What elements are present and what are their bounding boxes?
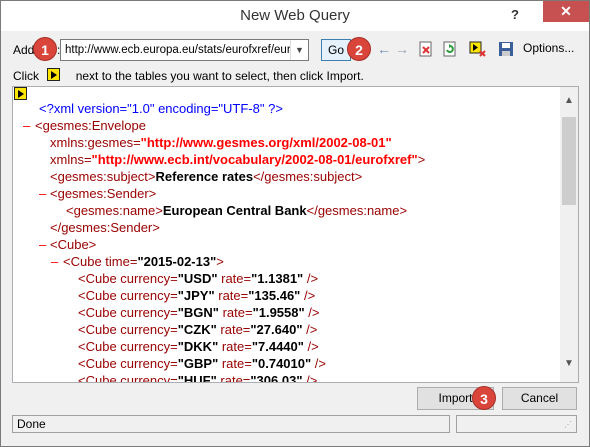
status-bar-right: ⋰	[456, 415, 577, 433]
select-table-arrow-icon[interactable]	[14, 87, 27, 100]
xml-rate-row: <Cube currency="JPY" rate="135.46" />	[78, 288, 316, 303]
collapse-envelope[interactable]: –	[23, 117, 30, 134]
status-bar: Done	[12, 415, 450, 433]
xml-xmlns: xmlns="http://www.ecb.int/vocabulary/200…	[50, 152, 426, 167]
save-query-icon[interactable]	[495, 38, 517, 60]
options-label: Options...	[523, 41, 575, 55]
instruction-before: Click	[13, 69, 39, 83]
step-badge-3: 3	[472, 386, 496, 410]
options-button[interactable]: Options...	[523, 41, 574, 55]
web-preview-pane[interactable]: <?xml version="1.0" encoding="UTF-8" ?> …	[12, 86, 579, 383]
address-field[interactable]: ▼	[60, 39, 309, 61]
hide-icons-icon[interactable]	[467, 38, 489, 60]
title-bar: New Web Query ? ✕	[1, 1, 589, 31]
xml-sender-close: </gesmes:Sender>	[50, 220, 160, 235]
instruction-text: Click next to the tables you want to sel…	[13, 69, 364, 83]
xml-rate-row: <Cube currency="GBP" rate="0.74010" />	[78, 356, 326, 371]
xml-cube-open: <Cube>	[50, 237, 97, 252]
refresh-icon[interactable]	[439, 38, 461, 60]
new-web-query-dialog: New Web Query ? ✕ Address: ▼ 1 Go 2 ← →	[0, 0, 590, 447]
xml-subject: <gesmes:subject>Reference rates</gesmes:…	[50, 169, 363, 184]
xml-rate-row: <Cube currency="BGN" rate="1.9558" />	[78, 305, 320, 320]
scroll-down-icon[interactable]: ▼	[560, 358, 578, 372]
status-text: Done	[17, 417, 46, 431]
xml-cube-time: <Cube time="2015-02-13">	[63, 254, 224, 269]
xml-rate-row: <Cube currency="DKK" rate="7.4440" />	[78, 339, 319, 354]
help-button[interactable]: ?	[505, 5, 525, 25]
table-arrow-icon	[47, 68, 60, 81]
forward-arrow-icon[interactable]: →	[391, 38, 413, 60]
vertical-scrollbar[interactable]: ▲ ▼	[560, 87, 578, 382]
xml-rate-row: <Cube currency="CZK" rate="27.640" />	[78, 322, 318, 337]
scroll-thumb[interactable]	[562, 117, 576, 205]
xml-declaration: <?xml version="1.0" encoding="UTF-8" ?>	[39, 101, 283, 116]
address-input[interactable]	[65, 42, 290, 58]
xml-envelope-open: <gesmes:Envelope	[35, 118, 146, 133]
close-button[interactable]: ✕	[543, 1, 589, 22]
xml-xmlns-gesmes: xmlns:gesmes="http://www.gesmes.org/xml/…	[50, 135, 392, 150]
xml-sender-open: <gesmes:Sender>	[50, 186, 157, 201]
instruction-after: next to the tables you want to select, t…	[75, 69, 364, 83]
chevron-down-icon[interactable]: ▼	[290, 40, 308, 60]
xml-view: <?xml version="1.0" encoding="UTF-8" ?> …	[13, 87, 561, 382]
collapse-cube[interactable]: –	[39, 236, 46, 253]
collapse-cube-time[interactable]: –	[51, 253, 58, 270]
xml-name: <gesmes:name>European Central Bank</gesm…	[66, 203, 408, 218]
step-badge-1: 1	[33, 37, 57, 61]
xml-rate-row: <Cube currency="USD" rate="1.1381" />	[78, 271, 319, 286]
step-badge-2: 2	[347, 37, 371, 61]
cancel-button[interactable]: Cancel	[502, 387, 577, 410]
collapse-sender[interactable]: –	[39, 185, 46, 202]
scroll-up-icon[interactable]: ▲	[560, 95, 578, 109]
xml-rate-row: <Cube currency="HUF" rate="306.03" />	[78, 373, 318, 383]
stop-icon[interactable]	[415, 38, 437, 60]
resize-grip-icon[interactable]: ⋰	[564, 420, 574, 430]
dialog-title: New Web Query	[240, 7, 350, 24]
